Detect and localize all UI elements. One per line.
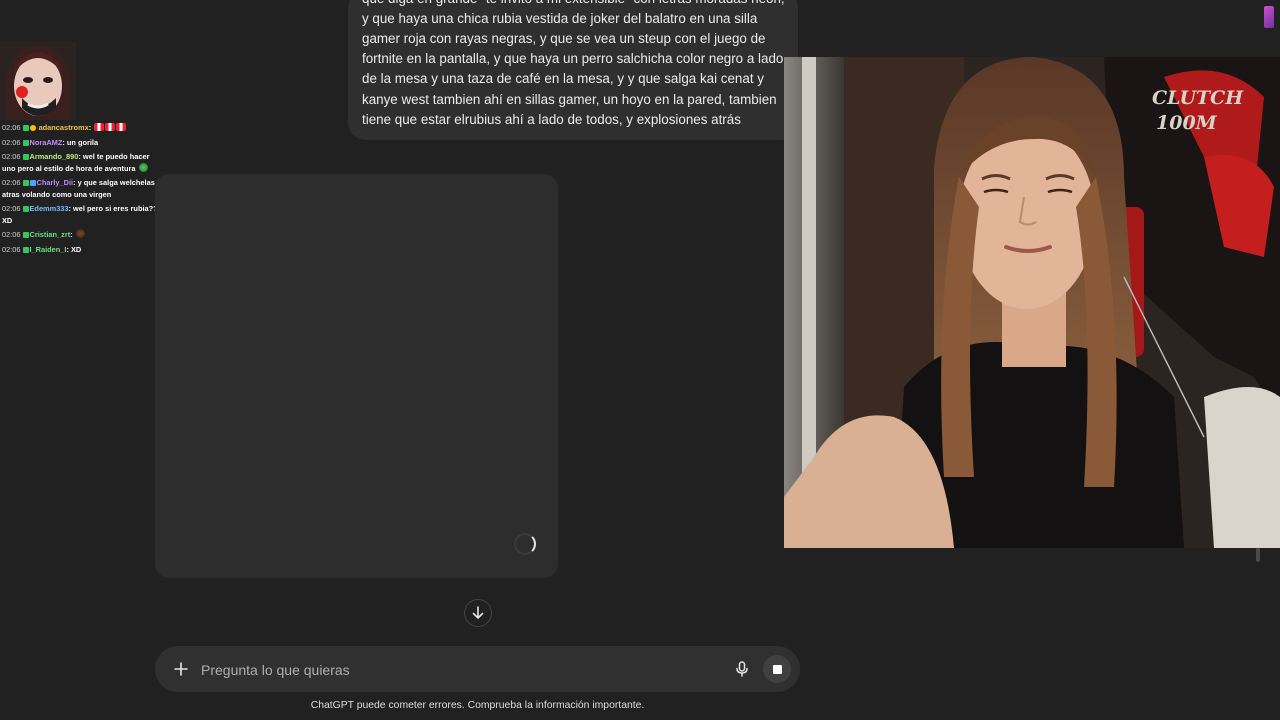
webcam-scene-icon: CLUTCH 100M: [784, 57, 1280, 548]
chat-message: 02:06 I_Raiden_I: XD: [2, 244, 82, 254]
chat-text: XD: [70, 244, 82, 254]
prompt-composer: [155, 646, 800, 692]
flag-emote-icon: [116, 123, 127, 131]
chat-timestamp: 02:06: [2, 137, 21, 147]
flag-emote-icon: [94, 123, 105, 131]
prompt-input[interactable]: [199, 658, 683, 682]
emote-icon: [75, 229, 85, 238]
scroll-to-bottom-button[interactable]: [464, 599, 492, 627]
stop-icon: [772, 664, 782, 674]
message-line: que diga en grande "te invito a mi exten…: [362, 0, 788, 9]
plus-glyph-icon: [174, 662, 188, 676]
chat-timestamp: 02:06: [2, 178, 21, 187]
chat-username[interactable]: I_Raiden_I: [30, 245, 67, 254]
mic-glyph-icon: [736, 661, 748, 677]
subscriber-badge-icon: [22, 125, 29, 131]
verified-badge-icon: [29, 125, 36, 131]
plus-icon[interactable]: [169, 657, 193, 681]
chat-username[interactable]: adancastromx: [39, 123, 89, 132]
subscriber-badge-icon: [22, 154, 29, 160]
message-line: tiene que estar elrubius ahí a lado de t…: [362, 111, 741, 127]
chair-logo-text: 100M: [1156, 112, 1218, 134]
subscriber-badge-icon: [22, 246, 29, 253]
webcam-feed: CLUTCH 100M: [784, 57, 1280, 548]
disclaimer-text: ChatGPT puede cometer errores. Comprueba…: [310, 700, 645, 711]
image-generation-placeholder: [155, 174, 558, 578]
chat-username[interactable]: NoraAMZ: [30, 138, 63, 147]
chat-message: 02:06 NoraAMZ: un gorila: [2, 137, 99, 147]
scrollbar-thumb[interactable]: [1256, 548, 1260, 562]
chat-username[interactable]: Charly_Dii: [37, 178, 74, 187]
streamer-avatar: [0, 42, 76, 120]
chat-message: 02:06 Cristian_zrt:: [2, 229, 160, 241]
chat-username[interactable]: Armando_890: [30, 152, 79, 161]
subscriber-badge-icon: [22, 139, 29, 146]
message-line: de la mesa y una taza de café en la mesa…: [362, 71, 764, 87]
chat-message: 02:06 Edemm333: wel pero si eres rubia?? …: [2, 204, 158, 225]
corner-widget-icon: [1264, 6, 1274, 28]
stream-chat-overlay: 02:06 adancastromx: 02:06 NoraAMZ: un gor…: [0, 42, 160, 262]
chat-message: 02:06 Armando_890: wel te puedo hacer uno…: [2, 152, 150, 173]
chat-username[interactable]: Cristian_zrt: [30, 230, 71, 239]
premium-badge-icon: [29, 180, 36, 186]
chat-timestamp: 02:06: [2, 244, 21, 254]
message-line: gamer roja con rayas negras, y que se ve…: [362, 30, 766, 46]
chat-username[interactable]: Edemm333: [30, 204, 69, 213]
chat-message: 02:06 Charly_Dii: y que salga welchelas a…: [2, 178, 155, 199]
arrow-down-icon: [472, 606, 484, 619]
loading-spinner-icon: [514, 533, 536, 555]
avatar-face-icon: [0, 42, 76, 120]
chat-message: 02:06 adancastromx:: [2, 122, 160, 134]
chat-timestamp: 02:06: [2, 230, 21, 239]
chat-text: un gorila: [66, 137, 99, 147]
message-line: y que haya una chica rubia vestida de jo…: [362, 10, 758, 26]
chat-timestamp: 02:06: [2, 152, 21, 161]
message-line: kanye west tambien ahí en sillas gamer, …: [362, 91, 777, 107]
flag-emote-icon: [105, 123, 116, 131]
chat-timestamp: 02:06: [2, 204, 21, 213]
microphone-icon[interactable]: [731, 658, 753, 680]
chat-timestamp: 02:06: [2, 123, 21, 132]
chat-message-list: 02:06 adancastromx: 02:06 NoraAMZ: un gor…: [2, 122, 160, 258]
user-message-bubble: que diga en grande "te invito a mi exten…: [348, 0, 798, 140]
message-line: fortnite en la pantalla, y que haya un p…: [362, 51, 784, 67]
subscriber-badge-icon: [22, 232, 29, 238]
stop-generation-button[interactable]: [763, 655, 791, 683]
subscriber-badge-icon: [22, 180, 29, 186]
chair-logo-text: CLUTCH: [1152, 87, 1244, 109]
user-message-text: que diga en grande "te invito a mi exten…: [362, 0, 788, 130]
emote-icon: [138, 162, 148, 172]
subscriber-badge-icon: [22, 206, 29, 212]
